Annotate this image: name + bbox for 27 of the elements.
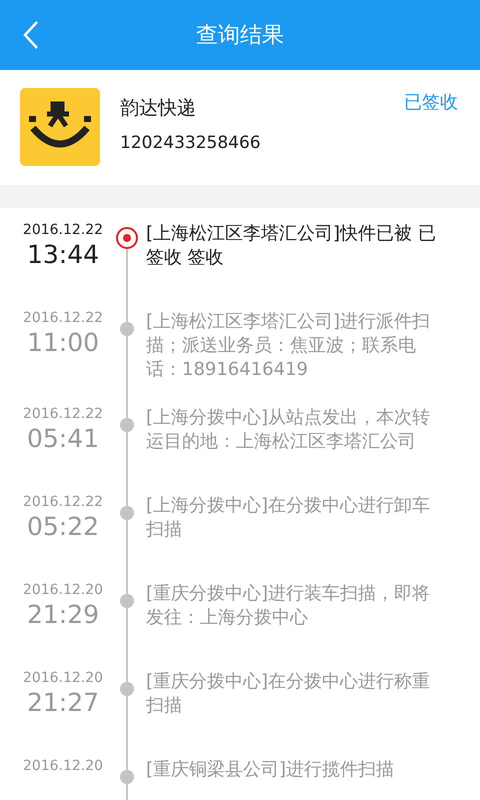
event-description: [上海松江区李塔汇公司]进行派件扫描；派送业务员：焦亚波；联系电话：18916416419 <box>145 310 432 382</box>
event-time: 21:27 <box>26 688 100 717</box>
event-time: 13:44 <box>26 240 100 269</box>
event-description: [重庆分拨中心]进行装车扫描，即将发往：上海分拨中心 <box>145 582 432 630</box>
event-description: [上海分拨中心]在分拨中心进行卸车扫描 <box>145 494 432 542</box>
page-title: 查询结果 <box>196 22 284 50</box>
smiley-logo-icon <box>20 88 100 166</box>
event-description: [上海分拨中心]从站点发出，本次转运目的地：上海松江区李塔汇公司 <box>145 406 432 454</box>
delivery-status: 已签收 <box>404 91 458 114</box>
event-date: 2016.12.20 <box>22 582 104 598</box>
event-date: 2016.12.20 <box>22 758 104 774</box>
event-date: 2016.12.22 <box>22 222 104 238</box>
event-date: 2016.12.22 <box>22 310 104 326</box>
back-button[interactable] <box>22 20 40 50</box>
event-description: [重庆分拨中心]在分拨中心进行称重扫描 <box>145 670 432 718</box>
event-date: 2016.12.22 <box>22 494 104 510</box>
back-icon <box>22 20 40 50</box>
event-description: [上海松江区李塔汇公司]快件已被 已签收 签收 <box>145 222 437 270</box>
tracking-number: 1202433258466 <box>120 132 262 152</box>
event-description: [重庆铜梁县公司]进行揽件扫描 <box>145 758 396 782</box>
event-time: 21:29 <box>26 600 100 629</box>
event-date: 2016.12.22 <box>22 406 104 422</box>
event-date: 2016.12.20 <box>22 670 104 686</box>
courier-name: 韵达快递 <box>120 96 197 120</box>
event-time: 05:22 <box>26 512 100 541</box>
event-time: 11:00 <box>26 328 100 357</box>
event-time: 05:41 <box>26 424 100 453</box>
